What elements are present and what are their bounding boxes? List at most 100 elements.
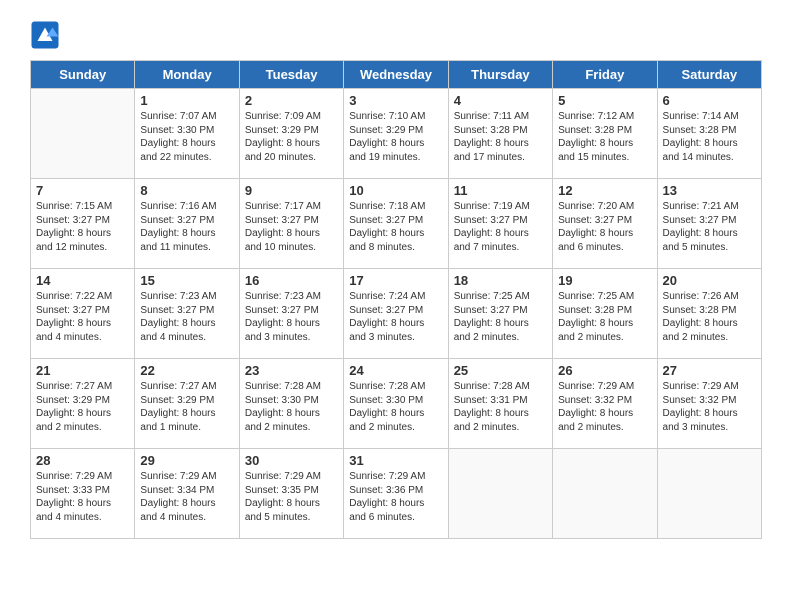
calendar-week-row: 14Sunrise: 7:22 AMSunset: 3:27 PMDayligh… (31, 269, 762, 359)
cell-sun-info: Sunrise: 7:25 AMSunset: 3:27 PMDaylight:… (454, 290, 547, 344)
day-number: 29 (140, 453, 233, 468)
calendar-cell: 31 Sunrise: 7:29 AMSunset: 3:36 PMDayligh… (344, 449, 448, 539)
calendar-cell (448, 449, 552, 539)
day-number: 11 (454, 183, 547, 198)
day-number: 31 (349, 453, 442, 468)
cell-sun-info: Sunrise: 7:29 AMSunset: 3:32 PMDaylight:… (558, 380, 651, 434)
calendar-cell: 4 Sunrise: 7:11 AMSunset: 3:28 PMDaylight… (448, 89, 552, 179)
calendar-cell: 30 Sunrise: 7:29 AMSunset: 3:35 PMDayligh… (239, 449, 343, 539)
day-number: 27 (663, 363, 756, 378)
day-number: 24 (349, 363, 442, 378)
cell-sun-info: Sunrise: 7:29 AMSunset: 3:33 PMDaylight:… (36, 470, 129, 524)
cell-sun-info: Sunrise: 7:18 AMSunset: 3:27 PMDaylight:… (349, 200, 442, 254)
day-number: 25 (454, 363, 547, 378)
cell-sun-info: Sunrise: 7:23 AMSunset: 3:27 PMDaylight:… (140, 290, 233, 344)
day-number: 8 (140, 183, 233, 198)
calendar-cell: 5 Sunrise: 7:12 AMSunset: 3:28 PMDaylight… (553, 89, 657, 179)
calendar-cell: 26 Sunrise: 7:29 AMSunset: 3:32 PMDayligh… (553, 359, 657, 449)
cell-sun-info: Sunrise: 7:28 AMSunset: 3:31 PMDaylight:… (454, 380, 547, 434)
day-number: 23 (245, 363, 338, 378)
cell-sun-info: Sunrise: 7:22 AMSunset: 3:27 PMDaylight:… (36, 290, 129, 344)
calendar-cell: 29 Sunrise: 7:29 AMSunset: 3:34 PMDayligh… (135, 449, 239, 539)
calendar-cell: 3 Sunrise: 7:10 AMSunset: 3:29 PMDaylight… (344, 89, 448, 179)
day-number: 3 (349, 93, 442, 108)
calendar-cell: 17Sunrise: 7:24 AMSunset: 3:27 PMDayligh… (344, 269, 448, 359)
calendar-cell: 10 Sunrise: 7:18 AMSunset: 3:27 PMDayligh… (344, 179, 448, 269)
cell-sun-info: Sunrise: 7:28 AMSunset: 3:30 PMDaylight:… (349, 380, 442, 434)
cell-sun-info: Sunrise: 7:11 AMSunset: 3:28 PMDaylight:… (454, 110, 547, 164)
calendar-week-row: 21Sunrise: 7:27 AMSunset: 3:29 PMDayligh… (31, 359, 762, 449)
calendar-cell: 11 Sunrise: 7:19 AMSunset: 3:27 PMDayligh… (448, 179, 552, 269)
cell-sun-info: Sunrise: 7:29 AMSunset: 3:35 PMDaylight:… (245, 470, 338, 524)
cell-sun-info: Sunrise: 7:10 AMSunset: 3:29 PMDaylight:… (349, 110, 442, 164)
page-header (30, 20, 762, 50)
day-number: 20 (663, 273, 756, 288)
calendar-cell: 25 Sunrise: 7:28 AMSunset: 3:31 PMDayligh… (448, 359, 552, 449)
cell-sun-info: Sunrise: 7:07 AMSunset: 3:30 PMDaylight:… (140, 110, 233, 164)
calendar-cell: 27 Sunrise: 7:29 AMSunset: 3:32 PMDayligh… (657, 359, 761, 449)
calendar-cell: 18 Sunrise: 7:25 AMSunset: 3:27 PMDayligh… (448, 269, 552, 359)
day-number: 4 (454, 93, 547, 108)
calendar-week-row: 28 Sunrise: 7:29 AMSunset: 3:33 PMDayligh… (31, 449, 762, 539)
calendar-cell: 20Sunrise: 7:26 AMSunset: 3:28 PMDayligh… (657, 269, 761, 359)
day-header-friday: Friday (553, 61, 657, 89)
cell-sun-info: Sunrise: 7:29 AMSunset: 3:36 PMDaylight:… (349, 470, 442, 524)
cell-sun-info: Sunrise: 7:15 AMSunset: 3:27 PMDaylight:… (36, 200, 129, 254)
day-number: 6 (663, 93, 756, 108)
cell-sun-info: Sunrise: 7:16 AMSunset: 3:27 PMDaylight:… (140, 200, 233, 254)
calendar-cell: 14Sunrise: 7:22 AMSunset: 3:27 PMDayligh… (31, 269, 135, 359)
day-number: 22 (140, 363, 233, 378)
calendar-cell: 19Sunrise: 7:25 AMSunset: 3:28 PMDayligh… (553, 269, 657, 359)
calendar-cell: 23 Sunrise: 7:28 AMSunset: 3:30 PMDayligh… (239, 359, 343, 449)
day-number: 1 (140, 93, 233, 108)
calendar-cell (657, 449, 761, 539)
day-number: 28 (36, 453, 129, 468)
calendar-cell: 12Sunrise: 7:20 AMSunset: 3:27 PMDayligh… (553, 179, 657, 269)
day-number: 13 (663, 183, 756, 198)
calendar-cell: 28 Sunrise: 7:29 AMSunset: 3:33 PMDayligh… (31, 449, 135, 539)
calendar-header-row: SundayMondayTuesdayWednesdayThursdayFrid… (31, 61, 762, 89)
cell-sun-info: Sunrise: 7:25 AMSunset: 3:28 PMDaylight:… (558, 290, 651, 344)
calendar-cell: 8 Sunrise: 7:16 AMSunset: 3:27 PMDaylight… (135, 179, 239, 269)
cell-sun-info: Sunrise: 7:17 AMSunset: 3:27 PMDaylight:… (245, 200, 338, 254)
cell-sun-info: Sunrise: 7:14 AMSunset: 3:28 PMDaylight:… (663, 110, 756, 164)
day-number: 2 (245, 93, 338, 108)
calendar-table: SundayMondayTuesdayWednesdayThursdayFrid… (30, 60, 762, 539)
calendar-cell: 6 Sunrise: 7:14 AMSunset: 3:28 PMDaylight… (657, 89, 761, 179)
calendar-cell: 21Sunrise: 7:27 AMSunset: 3:29 PMDayligh… (31, 359, 135, 449)
cell-sun-info: Sunrise: 7:29 AMSunset: 3:32 PMDaylight:… (663, 380, 756, 434)
cell-sun-info: Sunrise: 7:28 AMSunset: 3:30 PMDaylight:… (245, 380, 338, 434)
day-header-saturday: Saturday (657, 61, 761, 89)
calendar-week-row: 1 Sunrise: 7:07 AMSunset: 3:30 PMDaylight… (31, 89, 762, 179)
logo (30, 20, 64, 50)
day-header-monday: Monday (135, 61, 239, 89)
logo-icon (30, 20, 60, 50)
day-number: 16 (245, 273, 338, 288)
day-number: 30 (245, 453, 338, 468)
day-header-sunday: Sunday (31, 61, 135, 89)
day-number: 7 (36, 183, 129, 198)
cell-sun-info: Sunrise: 7:20 AMSunset: 3:27 PMDaylight:… (558, 200, 651, 254)
day-number: 17 (349, 273, 442, 288)
calendar-cell (553, 449, 657, 539)
day-number: 5 (558, 93, 651, 108)
cell-sun-info: Sunrise: 7:09 AMSunset: 3:29 PMDaylight:… (245, 110, 338, 164)
day-number: 10 (349, 183, 442, 198)
cell-sun-info: Sunrise: 7:19 AMSunset: 3:27 PMDaylight:… (454, 200, 547, 254)
cell-sun-info: Sunrise: 7:21 AMSunset: 3:27 PMDaylight:… (663, 200, 756, 254)
day-number: 9 (245, 183, 338, 198)
day-header-wednesday: Wednesday (344, 61, 448, 89)
cell-sun-info: Sunrise: 7:27 AMSunset: 3:29 PMDaylight:… (36, 380, 129, 434)
calendar-cell: 16Sunrise: 7:23 AMSunset: 3:27 PMDayligh… (239, 269, 343, 359)
day-number: 15 (140, 273, 233, 288)
calendar-cell: 13 Sunrise: 7:21 AMSunset: 3:27 PMDayligh… (657, 179, 761, 269)
cell-sun-info: Sunrise: 7:29 AMSunset: 3:34 PMDaylight:… (140, 470, 233, 524)
day-number: 26 (558, 363, 651, 378)
calendar-week-row: 7 Sunrise: 7:15 AMSunset: 3:27 PMDaylight… (31, 179, 762, 269)
day-header-thursday: Thursday (448, 61, 552, 89)
day-number: 18 (454, 273, 547, 288)
calendar-cell: 1 Sunrise: 7:07 AMSunset: 3:30 PMDaylight… (135, 89, 239, 179)
calendar-cell: 9 Sunrise: 7:17 AMSunset: 3:27 PMDaylight… (239, 179, 343, 269)
day-header-tuesday: Tuesday (239, 61, 343, 89)
cell-sun-info: Sunrise: 7:12 AMSunset: 3:28 PMDaylight:… (558, 110, 651, 164)
